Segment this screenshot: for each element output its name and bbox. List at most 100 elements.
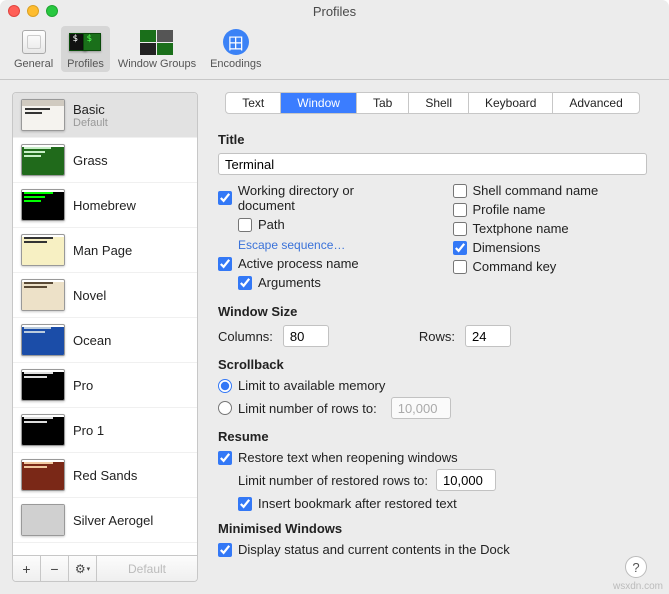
profile-name: Man Page [73,243,189,258]
profile-row[interactable]: Silver Aerogel [13,498,197,543]
profile-row[interactable]: Pro 1 [13,408,197,453]
dimensions-label: Dimensions [473,240,541,255]
profile-name: Grass [73,153,189,168]
minimised-heading: Minimised Windows [218,521,647,536]
title-heading: Title [218,132,647,147]
window-size-heading: Window Size [218,304,647,319]
display-dock-checkbox[interactable] [218,543,232,557]
profile-thumbnail [21,279,65,311]
insert-bookmark-checkbox[interactable] [238,497,252,511]
profile-thumbnail [21,369,65,401]
tab-window[interactable]: Window [281,93,357,113]
working-dir-checkbox[interactable] [218,191,232,205]
profile-name-label: Profile name [473,202,546,217]
display-dock-label: Display status and current contents in t… [238,542,510,557]
profile-sidebar: BasicDefault Grass Homebrew Man Page Novel Oc… [12,92,198,582]
add-profile-button[interactable]: + [13,556,41,581]
toolbar-general[interactable]: General [8,26,59,72]
profile-name: Pro [73,378,189,393]
textphone-label: Textphone name [473,221,569,236]
profile-thumbnail [21,99,65,131]
tab-keyboard[interactable]: Keyboard [469,93,553,113]
arguments-label: Arguments [258,275,321,290]
profiles-icon: $$ [69,33,101,51]
shell-command-label: Shell command name [473,183,599,198]
scrollback-memory-label: Limit to available memory [238,378,385,393]
profile-row[interactable]: Homebrew [13,183,197,228]
general-icon [22,30,46,54]
scrollback-rows-label: Limit number of rows to: [238,401,377,416]
toolbar-profiles-label: Profiles [67,58,104,70]
working-dir-label: Working directory or document [238,183,413,213]
profile-name: Homebrew [73,198,189,213]
profile-row[interactable]: Man Page [13,228,197,273]
profile-thumbnail [21,144,65,176]
profile-row[interactable]: Novel [13,273,197,318]
toolbar-window-groups[interactable]: Window Groups [112,26,202,72]
dimensions-checkbox[interactable] [453,241,467,255]
window-groups-icon [140,30,174,55]
help-button[interactable]: ? [625,556,647,578]
profile-list[interactable]: BasicDefault Grass Homebrew Man Page Novel Oc… [13,93,197,555]
restore-text-checkbox[interactable] [218,451,232,465]
command-key-checkbox[interactable] [453,260,467,274]
escape-sequence-link[interactable]: Escape sequence… [218,236,413,256]
tab-text[interactable]: Text [226,93,281,113]
profile-thumbnail [21,459,65,491]
toolbar-window-groups-label: Window Groups [118,58,196,70]
tab-tab[interactable]: Tab [357,93,409,113]
scrollback-rows-radio[interactable] [218,401,232,415]
title-input[interactable] [218,153,647,175]
toolbar: General $$ Profiles Window Groups 田 Enco… [0,22,669,80]
profile-thumbnail [21,189,65,221]
shell-command-checkbox[interactable] [453,184,467,198]
rows-input[interactable] [465,325,511,347]
scrollback-memory-radio[interactable] [218,379,232,393]
restore-text-label: Restore text when reopening windows [238,450,458,465]
profile-name: Novel [73,288,189,303]
profile-name: Red Sands [73,468,189,483]
command-key-label: Command key [473,259,557,274]
profile-actions-menu[interactable]: ⚙▾ [69,556,97,581]
profile-row[interactable]: BasicDefault [13,93,197,138]
resume-heading: Resume [218,429,647,444]
attribution: wsxdn.com [613,581,663,592]
remove-profile-button[interactable]: − [41,556,69,581]
restored-rows-label: Limit number of restored rows to: [238,473,428,488]
profile-name: Silver Aerogel [73,513,189,528]
profile-name-checkbox[interactable] [453,203,467,217]
scrollback-heading: Scrollback [218,357,647,372]
profile-thumbnail [21,234,65,266]
toolbar-general-label: General [14,58,53,70]
profile-row[interactable]: Pro [13,363,197,408]
tab-advanced[interactable]: Advanced [553,93,638,113]
scrollback-rows-input[interactable] [391,397,451,419]
active-process-checkbox[interactable] [218,257,232,271]
tab-shell[interactable]: Shell [409,93,469,113]
profile-name: Ocean [73,333,189,348]
textphone-checkbox[interactable] [453,222,467,236]
profile-name: Pro 1 [73,423,189,438]
restored-rows-input[interactable] [436,469,496,491]
profile-thumbnail [21,504,65,536]
toolbar-encodings-label: Encodings [210,58,261,70]
encodings-icon: 田 [223,29,249,55]
toolbar-encodings[interactable]: 田 Encodings [204,26,267,72]
profile-row[interactable]: Grass [13,138,197,183]
columns-label: Columns: [218,329,273,344]
profile-name: BasicDefault [73,102,189,129]
active-process-label: Active process name [238,256,359,271]
arguments-checkbox[interactable] [238,276,252,290]
rows-label: Rows: [419,329,455,344]
path-checkbox[interactable] [238,218,252,232]
profile-row[interactable]: Red Sands [13,453,197,498]
toolbar-profiles[interactable]: $$ Profiles [61,26,110,72]
profile-thumbnail [21,324,65,356]
path-label: Path [258,217,285,232]
profile-thumbnail [21,414,65,446]
profile-row[interactable]: Ocean [13,318,197,363]
insert-bookmark-label: Insert bookmark after restored text [258,496,457,511]
set-default-button[interactable]: Default [97,556,197,581]
window-title: Profiles [0,4,669,19]
columns-input[interactable] [283,325,329,347]
